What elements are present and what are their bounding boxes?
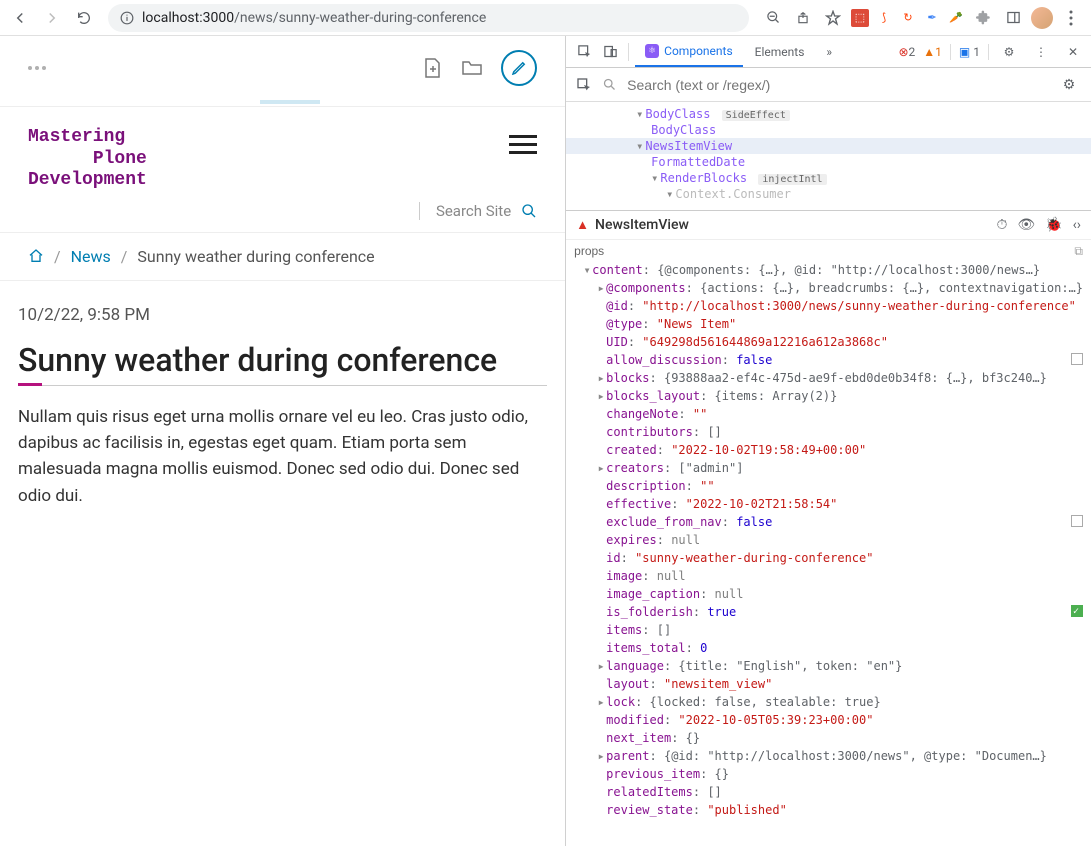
devtools-pane: ⚛Components Elements » ⊗2 ▲1 ▣ 1 ⚙ ⋮ ✕ ⚙… [566, 36, 1091, 846]
component-search-row: ⚙ [566, 68, 1091, 102]
devtools-close-icon[interactable]: ✕ [1061, 40, 1085, 64]
component-tree[interactable]: ▾BodyClass SideEffect BodyClass ▾NewsIte… [566, 102, 1091, 210]
tree-settings-icon[interactable]: ⚙ [1057, 73, 1081, 97]
home-icon[interactable] [28, 248, 44, 264]
toolbar-right: ⬚ ⟆ ↻ ✒ 🥕 [761, 6, 1083, 30]
bool-checkbox[interactable] [1071, 605, 1083, 617]
tab-elements[interactable]: Elements [745, 36, 815, 67]
devtools-settings-icon[interactable]: ⚙ [997, 40, 1021, 64]
address-bar[interactable]: localhost:3000/news/sunny-weather-during… [108, 4, 749, 32]
info-icon [120, 11, 134, 25]
ext-reload-icon[interactable]: ↻ [899, 9, 917, 27]
search-icon [602, 77, 617, 92]
page-content-pane: Mastering Plone Development Search Site … [0, 36, 566, 846]
page-title: Sunny weather during conference [18, 341, 547, 386]
folder-icon[interactable] [461, 57, 483, 79]
extensions-icon[interactable] [971, 6, 995, 30]
copy-props-icon[interactable]: ⧉ [1074, 244, 1083, 259]
search-icon [521, 203, 537, 219]
devtools-tabbar: ⚛Components Elements » ⊗2 ▲1 ▣ 1 ⚙ ⋮ ✕ [566, 36, 1091, 68]
ext-feather-icon[interactable]: ✒ [923, 9, 941, 27]
add-page-icon[interactable] [421, 57, 443, 79]
more-dots-icon[interactable] [28, 66, 46, 70]
edit-pen-button[interactable] [501, 50, 537, 86]
search-placeholder: Search Site [436, 202, 511, 220]
site-logo[interactable]: Mastering Plone Development [28, 127, 147, 192]
publish-date: 10/2/22, 9:58 PM [18, 305, 547, 325]
plone-edit-toolbar [0, 36, 565, 100]
bookmark-star-icon[interactable] [821, 6, 845, 30]
inspector-title: NewsItemView [595, 217, 689, 233]
error-badge[interactable]: ⊗2 [898, 45, 915, 59]
side-panel-icon[interactable] [1001, 6, 1025, 30]
bug-icon[interactable]: 🐞 [1045, 217, 1062, 233]
tab-more[interactable]: » [816, 36, 842, 67]
ext-webdev-icon[interactable]: ⬚ [851, 9, 869, 27]
bool-checkbox[interactable] [1071, 515, 1083, 527]
article-body: Nullam quis risus eget urna mollis ornar… [18, 404, 547, 509]
back-button[interactable] [8, 6, 32, 30]
breadcrumb-link-news[interactable]: News [71, 247, 111, 266]
breadcrumb-current: Sunny weather during conference [137, 247, 374, 266]
hamburger-menu-icon[interactable] [509, 135, 537, 154]
device-toggle-icon[interactable] [598, 40, 622, 64]
site-search[interactable]: Search Site [419, 202, 537, 220]
zoom-out-icon[interactable] [761, 6, 785, 30]
bool-checkbox[interactable] [1071, 353, 1083, 365]
ext-svelte-icon[interactable]: ⟆ [875, 9, 893, 27]
react-icon: ⚛ [645, 44, 659, 58]
message-badge[interactable]: ▣ 1 [959, 45, 980, 59]
warning-badge[interactable]: ▲1 [923, 45, 942, 59]
ext-carrot-icon[interactable]: 🥕 [947, 9, 965, 27]
component-search-input[interactable] [627, 77, 1047, 93]
code-icon[interactable]: ‹› [1073, 217, 1081, 233]
chrome-menu-icon[interactable] [1059, 6, 1083, 30]
inspect-element-icon[interactable] [572, 40, 596, 64]
eye-icon[interactable]: 👁 [1017, 217, 1035, 233]
profile-avatar[interactable] [1031, 7, 1053, 29]
reload-button[interactable] [72, 6, 96, 30]
warning-icon: ▲ [576, 217, 589, 233]
inspector-header: ▲ NewsItemView ⏱ 👁 🐞 ‹› [566, 210, 1091, 240]
share-icon[interactable] [791, 6, 815, 30]
tab-components[interactable]: ⚛Components [635, 36, 743, 67]
url-text: localhost:3000/news/sunny-weather-during… [142, 10, 486, 26]
devtools-menu-icon[interactable]: ⋮ [1029, 40, 1053, 64]
props-panel[interactable]: props⧉ ▾content: {@components: {…}, @id:… [566, 240, 1091, 846]
browser-toolbar: localhost:3000/news/sunny-weather-during… [0, 0, 1091, 36]
tree-newsitemview[interactable]: ▾NewsItemView [566, 138, 1091, 154]
pick-icon[interactable] [576, 77, 592, 93]
breadcrumb: / News / Sunny weather during conference [0, 232, 565, 281]
forward-button[interactable] [40, 6, 64, 30]
suspend-icon[interactable]: ⏱ [996, 217, 1007, 233]
